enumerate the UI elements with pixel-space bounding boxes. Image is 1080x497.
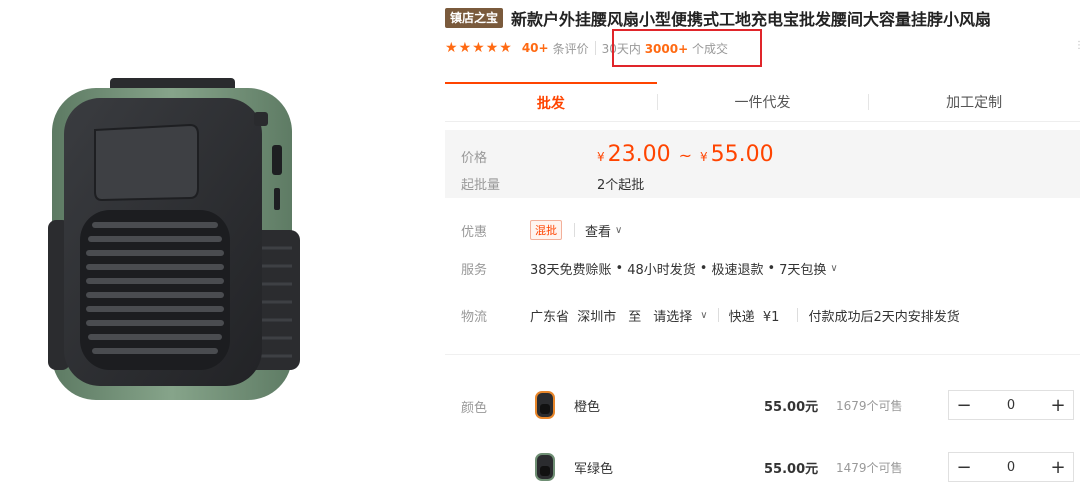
promo-label: 优惠 bbox=[461, 224, 488, 240]
bullet: • bbox=[615, 260, 624, 276]
divider bbox=[574, 223, 575, 237]
product-title-row: 镇店之宝 新款户外挂腰风扇小型便携式工地充电宝批发腰间大容量挂脖小风扇 bbox=[445, 6, 991, 30]
service-item: 38天免费赊账 bbox=[530, 262, 612, 278]
variant-thumbnail[interactable] bbox=[530, 390, 560, 420]
shipping-fee: 快递 ¥1 bbox=[728, 309, 780, 325]
service-item: 极速退款 bbox=[711, 262, 764, 278]
star-icon: ★ bbox=[485, 40, 499, 56]
star-rating: ★ ★ ★ ★ ★ bbox=[445, 41, 512, 55]
plus-icon[interactable]: + bbox=[1043, 391, 1073, 419]
quantity-input[interactable]: 0 bbox=[979, 398, 1043, 413]
scroll-edge-marker: ⋮ bbox=[1074, 40, 1080, 51]
plus-icon[interactable]: + bbox=[1043, 453, 1073, 481]
section-divider bbox=[445, 354, 1080, 355]
logistics-row: 物流 广东省 深圳市 至 请选择 ∨ 快递 ¥1 付款成功后2天内安排发货 bbox=[445, 305, 1080, 325]
chevron-down-icon[interactable]: ∨ bbox=[615, 225, 622, 236]
variant-stock: 1479个可售 bbox=[836, 460, 903, 475]
bullet: • bbox=[767, 260, 776, 276]
minus-icon[interactable]: − bbox=[949, 453, 979, 481]
service-row: 服务 38天免费赊账 • 48小时发货 • 极速退款 • 7天包换 ∨ bbox=[445, 258, 1080, 278]
product-image[interactable] bbox=[40, 70, 310, 410]
price-range-separator: ~ bbox=[678, 146, 693, 165]
moq-value: 2个起批 bbox=[597, 178, 645, 193]
divider bbox=[594, 41, 596, 55]
tab-wholesale[interactable]: 批发 bbox=[445, 82, 657, 121]
bullet: • bbox=[699, 260, 708, 276]
ship-to-select[interactable]: 请选择 bbox=[653, 306, 692, 325]
divider bbox=[717, 308, 719, 322]
promo-body: 混批 查看 ∨ bbox=[530, 220, 622, 240]
variant-price: 55.00元 bbox=[764, 461, 819, 477]
ship-to-label: 至 bbox=[628, 309, 642, 325]
service-list[interactable]: 38天免费赊账 • 48小时发货 • 极速退款 • 7天包换 ∨ bbox=[530, 259, 838, 278]
service-item: 7天包换 bbox=[779, 262, 827, 278]
price-block: 价格 ¥ 23.00 ~ ¥ 55.00 起批量 2个起批 bbox=[445, 130, 1080, 198]
variant-stock: 1679个可售 bbox=[836, 398, 903, 413]
logistics-body: 广东省 深圳市 至 请选择 ∨ 快递 ¥1 付款成功后2天内安排发货 bbox=[530, 306, 960, 325]
promo-row: 优惠 混批 查看 ∨ bbox=[445, 220, 1080, 240]
variant-name: 橙色 bbox=[574, 399, 601, 415]
view-promo-link[interactable]: 查看 bbox=[585, 221, 611, 240]
currency-symbol: ¥ bbox=[597, 150, 605, 164]
currency-symbol: ¥ bbox=[700, 150, 708, 164]
review-count[interactable]: 40+ bbox=[522, 41, 549, 55]
delivery-promise: 付款成功后2天内安排发货 bbox=[808, 309, 960, 325]
price-min: 23.00 bbox=[607, 142, 671, 167]
ship-from: 广东省 深圳市 bbox=[530, 309, 617, 325]
variant-row: 橙色 55.00元 1679个可售 − 0 + bbox=[530, 385, 1080, 425]
tab-dropship[interactable]: 一件代发 bbox=[656, 82, 869, 121]
star-icon: ★ bbox=[499, 40, 512, 56]
highlight-box bbox=[612, 29, 762, 67]
variant-name: 军绿色 bbox=[574, 461, 614, 477]
quantity-stepper: − 0 + bbox=[948, 452, 1074, 482]
moq-label: 起批量 bbox=[461, 178, 501, 193]
chevron-down-icon[interactable]: ∨ bbox=[830, 263, 837, 274]
price-max: 55.00 bbox=[710, 142, 774, 167]
service-label: 服务 bbox=[461, 262, 488, 278]
star-icon: ★ bbox=[472, 40, 485, 56]
variant-thumbnail[interactable] bbox=[530, 452, 560, 482]
service-item: 48小时发货 bbox=[627, 262, 696, 278]
purchase-tabs: 批发 一件代发 加工定制 bbox=[445, 82, 1080, 122]
chevron-down-icon[interactable]: ∨ bbox=[700, 310, 707, 321]
variant-price: 55.00元 bbox=[764, 399, 819, 415]
divider bbox=[797, 308, 799, 322]
variants-label: 颜色 bbox=[461, 401, 488, 416]
tab-custom-processing[interactable]: 加工定制 bbox=[868, 82, 1080, 121]
store-badge: 镇店之宝 bbox=[445, 8, 504, 28]
star-icon: ★ bbox=[445, 40, 458, 56]
product-title: 新款户外挂腰风扇小型便携式工地充电宝批发腰间大容量挂脖小风扇 bbox=[511, 10, 992, 29]
review-label[interactable]: 条评价 bbox=[553, 40, 589, 57]
price-label: 价格 bbox=[461, 151, 488, 166]
price-range: ¥ 23.00 ~ ¥ 55.00 bbox=[597, 142, 774, 167]
minus-icon[interactable]: − bbox=[949, 391, 979, 419]
mixed-batch-tag: 混批 bbox=[530, 220, 562, 240]
quantity-input[interactable]: 0 bbox=[979, 460, 1043, 475]
variant-row: 军绿色 55.00元 1479个可售 − 0 + bbox=[530, 447, 1080, 487]
quantity-stepper: − 0 + bbox=[948, 390, 1074, 420]
star-icon: ★ bbox=[458, 40, 472, 56]
logistics-label: 物流 bbox=[461, 309, 488, 325]
